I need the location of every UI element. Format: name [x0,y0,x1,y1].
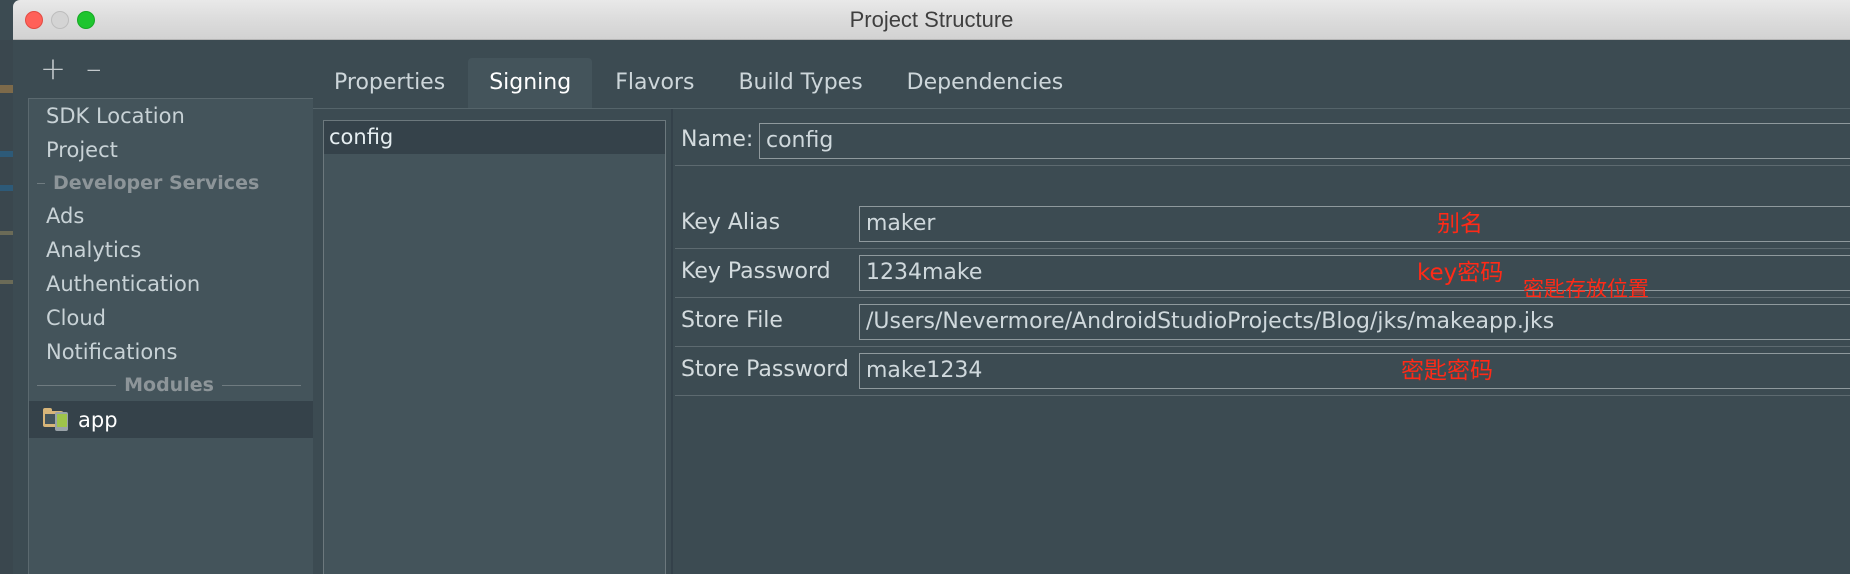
name-input[interactable]: config [759,123,1850,159]
sidebar-item-label: app [78,403,118,437]
sidebar-item-app[interactable]: app [29,401,313,438]
store-file-input[interactable]: /Users/Nevermore/AndroidStudioProjects/B… [859,304,1850,340]
tab-bar: Properties Signing Flavors Build Types D… [313,53,1086,108]
row-separator [675,395,1850,396]
panel-divider[interactable] [671,109,673,574]
row-separator [675,165,1850,166]
window-titlebar: Project Structure [13,0,1850,40]
sidebar-item-cloud[interactable]: Cloud [29,301,313,335]
sidebar-item-project[interactable]: Project [29,133,313,167]
annotation-key-password: key密码 [1417,262,1503,285]
sidebar-item-ads[interactable]: Ads [29,199,313,233]
tab-properties[interactable]: Properties [313,58,466,108]
sidebar-group-label: Developer Services [53,172,259,194]
sidebar-item-analytics[interactable]: Analytics [29,233,313,267]
annotation-store-password: 密匙密码 [1401,360,1493,383]
store-password-label: Store Password [681,349,849,391]
dialog-body: + – SDK Location Project Developer Servi… [13,40,1850,574]
android-module-icon [43,409,69,431]
annotation-key-alias: 别名 [1437,213,1483,236]
group-divider-line [37,183,45,184]
store-file-label: Store File [681,300,783,342]
key-password-input[interactable]: 1234make [859,255,1850,291]
sidebar-group-modules: Modules [29,369,313,401]
store-password-input[interactable]: make1234 [859,353,1850,389]
tab-content-signing: config Name: config Key Alias maker [313,108,1850,574]
sidebar-list: SDK Location Project Developer Services … [28,98,313,574]
tab-build-types[interactable]: Build Types [717,58,883,108]
sidebar-item-notifications[interactable]: Notifications [29,335,313,369]
remove-module-button[interactable]: – [86,54,102,85]
tab-dependencies[interactable]: Dependencies [886,58,1085,108]
tab-flavors[interactable]: Flavors [594,58,715,108]
key-alias-label: Key Alias [681,202,780,244]
group-divider-line [222,385,301,386]
sidebar-group-label: Modules [124,374,214,396]
sidebar-item-authentication[interactable]: Authentication [29,267,313,301]
main-panel: Properties Signing Flavors Build Types D… [313,40,1850,574]
window-title: Project Structure [13,0,1850,39]
sidebar-item-sdk-location[interactable]: SDK Location [29,99,313,133]
name-label: Name: [681,119,753,161]
row-separator [675,346,1850,347]
annotation-store-file: 密匙存放位置 [1523,279,1649,300]
sidebar-group-developer-services: Developer Services [29,167,313,199]
key-password-label: Key Password [681,251,831,293]
signing-config-list[interactable]: config [323,120,666,574]
sidebar: + – SDK Location Project Developer Servi… [20,40,313,574]
sidebar-toolbar: + – [20,50,313,98]
signing-config-form: Name: config Key Alias maker Key Passwor… [675,109,1850,574]
row-separator [675,248,1850,249]
project-structure-window: Project Structure + – SDK Location Proje… [0,0,1850,574]
group-divider-line [37,385,116,386]
row-separator [675,297,1850,298]
add-module-button[interactable]: + [40,54,66,85]
tab-signing[interactable]: Signing [468,58,592,108]
key-alias-input[interactable]: maker [859,206,1850,242]
list-item[interactable]: config [324,121,665,154]
